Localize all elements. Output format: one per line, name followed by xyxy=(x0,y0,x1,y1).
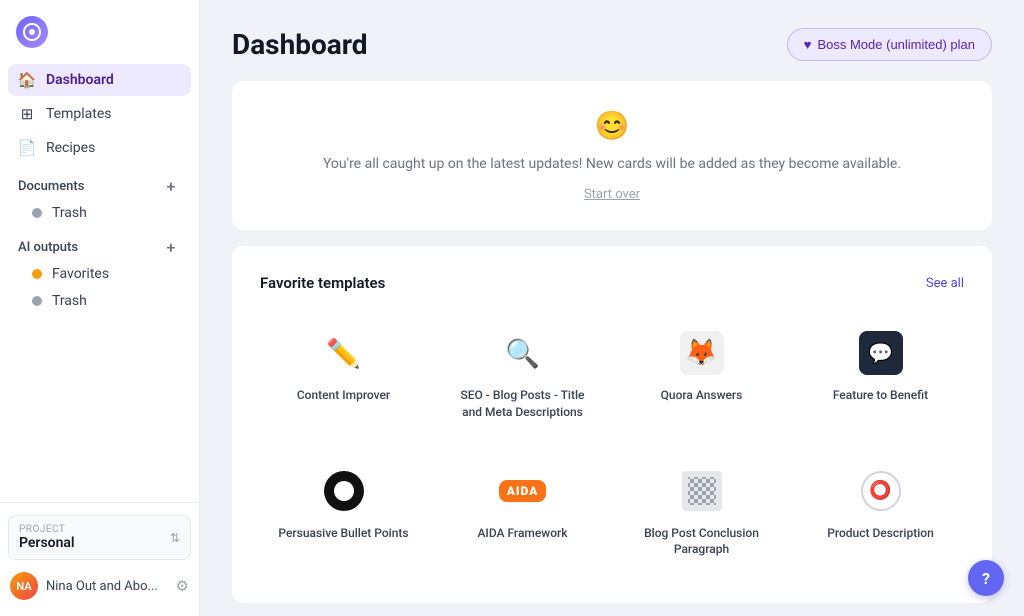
chevron-icon: ⇅ xyxy=(170,531,180,545)
template-label: SEO - Blog Posts - Title and Meta Descri… xyxy=(450,387,595,421)
favorites-dot-icon xyxy=(32,269,42,279)
help-icon: ? xyxy=(982,569,990,588)
sidebar-item-documents-trash[interactable]: Trash xyxy=(8,200,191,226)
favorites-title: Favorite templates xyxy=(260,274,385,292)
sidebar-item-favorites[interactable]: Favorites xyxy=(8,261,191,287)
ai-outputs-section-header: AI outputs + xyxy=(8,227,191,261)
sidebar-item-templates[interactable]: ⊞ Templates xyxy=(8,98,191,130)
main-content: Dashboard ♥ Boss Mode (unlimited) plan 😊… xyxy=(200,0,1024,616)
trash-dot-icon xyxy=(32,208,42,218)
update-text: You're all caught up on the latest updat… xyxy=(272,154,952,175)
sidebar-navigation: 🏠 Dashboard ⊞ Templates 📄 Recipes Docume… xyxy=(0,60,199,502)
project-selector[interactable]: PROJECT Personal ⇅ xyxy=(8,515,191,560)
blog-conclusion-icon xyxy=(678,467,726,515)
update-card: 😊 You're all caught up on the latest upd… xyxy=(232,81,992,230)
app-logo xyxy=(16,16,48,48)
avatar: NA xyxy=(10,572,38,600)
sidebar-item-label: Trash xyxy=(52,205,87,221)
template-aida[interactable]: AIDA AIDA Framework xyxy=(439,450,606,576)
add-document-button[interactable]: + xyxy=(161,176,181,196)
sidebar-item-dashboard[interactable]: 🏠 Dashboard xyxy=(8,64,191,96)
aida-icon: AIDA xyxy=(499,467,547,515)
see-all-link[interactable]: See all xyxy=(926,276,964,291)
templates-grid: ✏️ Content Improver 🔍 SEO - Blog Posts -… xyxy=(260,312,964,575)
sidebar-item-label: Favorites xyxy=(52,266,109,282)
user-row: NA Nina Out and Abo... ⚙ xyxy=(8,568,191,604)
sidebar-item-recipes[interactable]: 📄 Recipes xyxy=(8,132,191,164)
sidebar: 🏠 Dashboard ⊞ Templates 📄 Recipes Docume… xyxy=(0,0,200,616)
main-header: Dashboard ♥ Boss Mode (unlimited) plan xyxy=(232,28,992,61)
ai-outputs-section-label: AI outputs xyxy=(18,240,78,255)
boss-mode-label: Boss Mode (unlimited) plan xyxy=(817,37,975,52)
template-persuasive-bullets[interactable]: Persuasive Bullet Points xyxy=(260,450,427,576)
template-label: Blog Post Conclusion Paragraph xyxy=(629,525,774,559)
content-improver-icon: ✏️ xyxy=(320,329,368,377)
persuasive-bullets-icon xyxy=(320,467,368,515)
template-content-improver[interactable]: ✏️ Content Improver xyxy=(260,312,427,438)
template-feature-benefit[interactable]: 💬 Feature to Benefit xyxy=(797,312,964,438)
template-label: Product Description xyxy=(827,525,934,542)
quora-icon: 🦊 xyxy=(678,329,726,377)
template-blog-conclusion[interactable]: Blog Post Conclusion Paragraph xyxy=(618,450,785,576)
sidebar-item-ai-trash[interactable]: Trash xyxy=(8,288,191,314)
template-label: Content Improver xyxy=(297,387,390,404)
documents-section-header: Documents + xyxy=(8,166,191,200)
sidebar-item-label: Templates xyxy=(46,106,112,122)
boss-mode-button[interactable]: ♥ Boss Mode (unlimited) plan xyxy=(787,28,992,61)
user-name: Nina Out and Abo... xyxy=(46,579,176,594)
template-seo-blog[interactable]: 🔍 SEO - Blog Posts - Title and Meta Desc… xyxy=(439,312,606,438)
project-label: PROJECT xyxy=(19,524,75,535)
template-label: Persuasive Bullet Points xyxy=(278,525,408,542)
sidebar-bottom: PROJECT Personal ⇅ NA Nina Out and Abo..… xyxy=(0,502,199,616)
ai-trash-dot-icon xyxy=(32,296,42,306)
product-description-icon: ⭕ xyxy=(857,467,905,515)
logo-area xyxy=(0,0,199,60)
gear-icon[interactable]: ⚙ xyxy=(176,577,189,595)
favorites-header: Favorite templates See all xyxy=(260,274,964,292)
favorites-card: Favorite templates See all ✏️ Content Im… xyxy=(232,246,992,603)
page-title: Dashboard xyxy=(232,28,368,61)
project-name: Personal xyxy=(19,535,75,551)
template-quora[interactable]: 🦊 Quora Answers xyxy=(618,312,785,438)
sidebar-item-label: Recipes xyxy=(46,140,95,156)
template-label: AIDA Framework xyxy=(477,525,567,542)
template-label: Feature to Benefit xyxy=(833,387,928,404)
add-ai-output-button[interactable]: + xyxy=(161,237,181,257)
help-button[interactable]: ? xyxy=(968,560,1004,596)
feature-benefit-icon: 💬 xyxy=(857,329,905,377)
dashboard-icon: 🏠 xyxy=(18,71,36,89)
seo-blog-icon: 🔍 xyxy=(499,329,547,377)
template-label: Quora Answers xyxy=(661,387,743,404)
template-product-description[interactable]: ⭕ Product Description xyxy=(797,450,964,576)
start-over-link[interactable]: Start over xyxy=(584,187,640,202)
sidebar-item-label: Trash xyxy=(52,293,87,309)
documents-section-label: Documents xyxy=(18,179,84,194)
update-emoji: 😊 xyxy=(272,109,952,142)
templates-icon: ⊞ xyxy=(18,105,36,123)
recipes-icon: 📄 xyxy=(18,139,36,157)
boss-mode-icon: ♥ xyxy=(804,37,812,52)
sidebar-item-label: Dashboard xyxy=(46,72,114,88)
